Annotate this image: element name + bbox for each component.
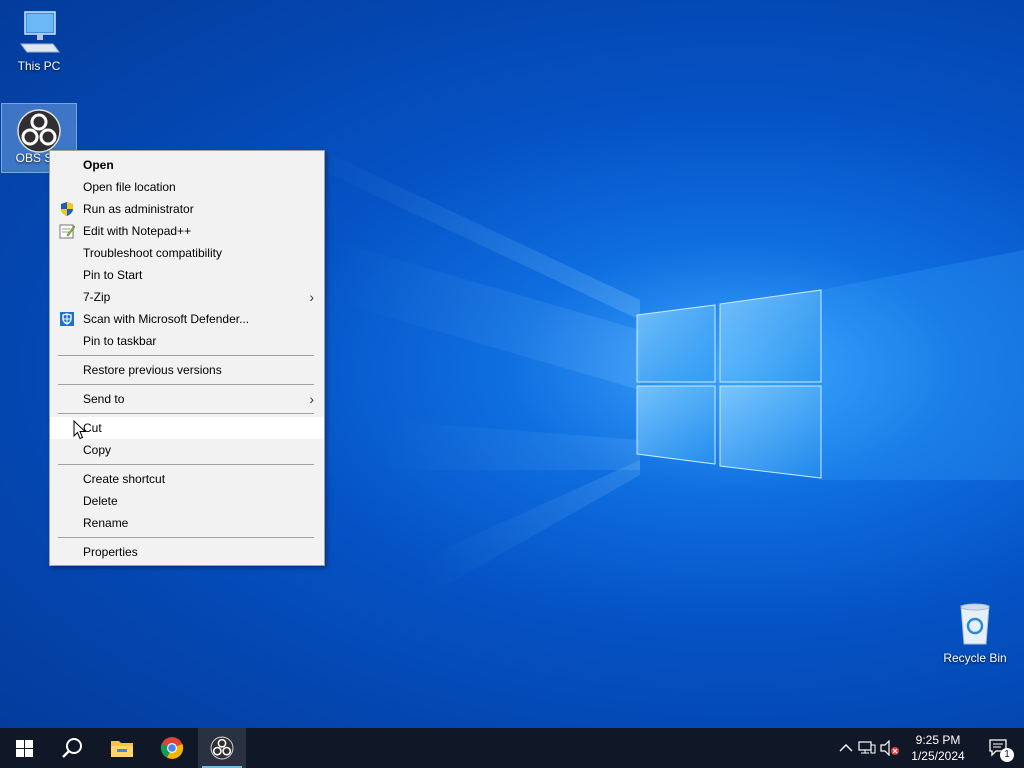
menu-item-label: Delete xyxy=(83,494,118,508)
menu-separator xyxy=(58,537,314,538)
menu-item-pin-to-start[interactable]: Pin to Start xyxy=(50,264,324,286)
menu-item-label: Troubleshoot compatibility xyxy=(83,246,222,260)
search-button[interactable] xyxy=(48,728,96,768)
desktop-icon-label: Recycle Bin xyxy=(943,651,1007,665)
menu-item-7-zip[interactable]: 7-Zip › xyxy=(50,286,324,308)
clock-time: 9:25 PM xyxy=(915,733,961,747)
chrome-icon xyxy=(160,737,184,759)
menu-item-label: Rename xyxy=(83,516,129,530)
menu-item-edit-with-notepad-plus-plus[interactable]: Edit with Notepad++ xyxy=(50,220,324,242)
context-menu: Open Open file location Run as administr… xyxy=(49,150,325,566)
menu-item-properties[interactable]: Properties xyxy=(50,541,324,563)
defender-icon xyxy=(60,312,74,326)
system-tray xyxy=(836,728,900,768)
windows-logo xyxy=(636,289,822,479)
menu-separator xyxy=(58,384,314,385)
menu-item-label: Pin to Start xyxy=(83,268,143,282)
menu-item-cut[interactable]: Cut xyxy=(50,417,324,439)
menu-item-label: 7-Zip xyxy=(83,290,111,304)
menu-item-scan-with-defender[interactable]: Scan with Microsoft Defender... xyxy=(50,308,324,330)
action-center-button[interactable]: 1 xyxy=(976,728,1024,768)
menu-item-label: Create shortcut xyxy=(83,472,166,486)
menu-item-open-file-location[interactable]: Open file location xyxy=(50,176,324,198)
menu-item-send-to[interactable]: Send to › xyxy=(50,388,324,410)
menu-item-delete[interactable]: Delete xyxy=(50,490,324,512)
menu-item-open[interactable]: Open xyxy=(50,154,324,176)
taskbar-app-obs-studio[interactable] xyxy=(198,728,246,768)
recycle-bin-icon xyxy=(960,603,990,645)
chevron-right-icon: › xyxy=(309,391,314,407)
menu-item-pin-to-taskbar[interactable]: Pin to taskbar xyxy=(50,330,324,352)
menu-item-label: Send to xyxy=(83,392,125,406)
menu-item-run-as-administrator[interactable]: Run as administrator xyxy=(50,198,324,220)
menu-item-label: Open file location xyxy=(83,180,176,194)
menu-item-label: Edit with Notepad++ xyxy=(83,224,192,238)
menu-item-label: Restore previous versions xyxy=(83,363,222,377)
network-icon[interactable] xyxy=(858,740,876,756)
obs-studio-icon xyxy=(17,109,61,153)
taskbar-app-file-explorer[interactable] xyxy=(98,728,146,768)
menu-separator xyxy=(58,464,314,465)
menu-item-copy[interactable]: Copy xyxy=(50,439,324,461)
taskbar-clock[interactable]: 9:25 PM 1/25/2024 xyxy=(900,732,976,764)
file-explorer-icon xyxy=(111,741,133,757)
notification-count-badge: 1 xyxy=(1000,748,1014,762)
menu-item-create-shortcut[interactable]: Create shortcut xyxy=(50,468,324,490)
menu-separator xyxy=(58,413,314,414)
chevron-up-icon[interactable] xyxy=(838,740,854,756)
menu-item-label: Pin to taskbar xyxy=(83,334,157,348)
menu-item-label: Copy xyxy=(83,443,112,457)
taskbar-app-chrome[interactable] xyxy=(148,728,196,768)
desktop-icon-label: This PC xyxy=(17,59,61,73)
notepad-plus-plus-icon xyxy=(59,224,75,239)
menu-item-label: Run as administrator xyxy=(83,202,194,216)
menu-item-rename[interactable]: Rename xyxy=(50,512,324,534)
menu-item-label: Scan with Microsoft Defender... xyxy=(83,312,250,326)
speaker-muted-icon[interactable] xyxy=(880,740,900,756)
start-icon xyxy=(15,739,33,757)
desktop-icon-recycle-bin[interactable]: Recycle Bin xyxy=(942,602,1008,665)
chevron-right-icon: › xyxy=(309,289,314,305)
search-icon xyxy=(62,738,82,758)
menu-item-label: Open xyxy=(83,158,114,172)
mouse-cursor-icon xyxy=(73,420,87,440)
menu-item-restore-previous-versions[interactable]: Restore previous versions xyxy=(50,359,324,381)
menu-item-troubleshoot-compatibility[interactable]: Troubleshoot compatibility xyxy=(50,242,324,264)
menu-item-label: Properties xyxy=(83,545,138,559)
computer-icon xyxy=(20,11,60,53)
menu-separator xyxy=(58,355,314,356)
start-button[interactable] xyxy=(0,728,48,768)
obs-studio-icon xyxy=(210,736,234,760)
shield-icon xyxy=(61,202,73,216)
clock-date: 1/25/2024 xyxy=(911,749,965,763)
taskbar: 9:25 PM 1/25/2024 1 xyxy=(0,728,1024,768)
desktop-icon-this-pc[interactable]: This PC xyxy=(6,8,72,73)
